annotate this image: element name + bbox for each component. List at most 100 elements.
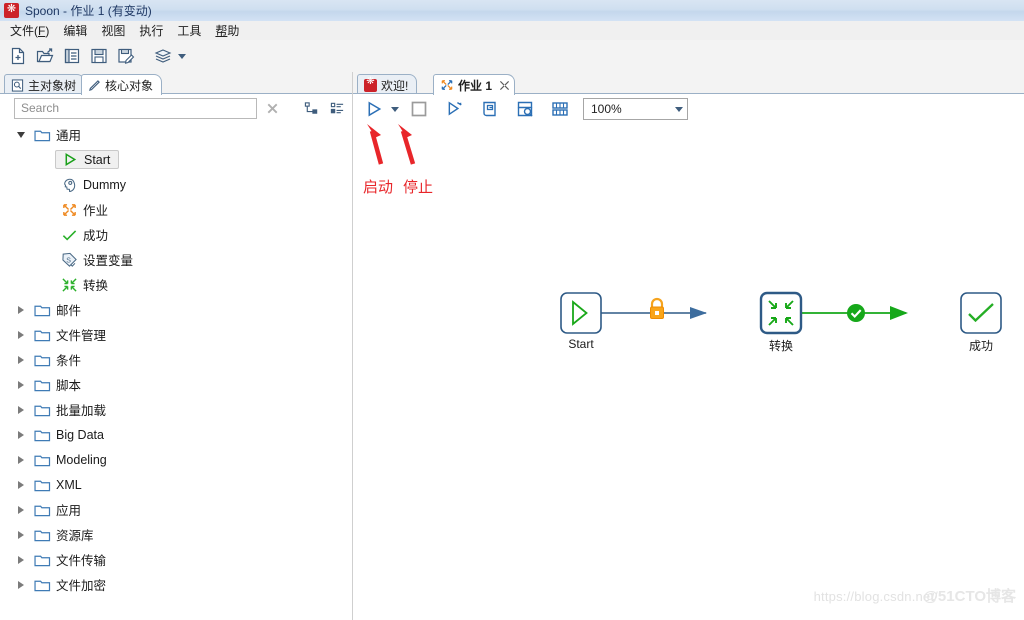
- new-file-button[interactable]: [6, 44, 30, 68]
- core-objects-tree[interactable]: 通用 Start Dummy 作业 成功 S 设置变量 转换 邮件 文件管理 条…: [0, 122, 353, 620]
- pencil-icon: [89, 79, 100, 91]
- tab-close-button[interactable]: [499, 80, 510, 91]
- expand-arrow[interactable]: [12, 580, 30, 589]
- expand-arrow[interactable]: [12, 380, 30, 389]
- job-canvas[interactable]: Start 转换 成功 启动 停止 https://blog.csdn.net/…: [353, 124, 1024, 620]
- tree-item-label: Dummy: [83, 177, 127, 192]
- tree-node-repository[interactable]: 资源库: [0, 522, 352, 547]
- tree-node-file-transfer[interactable]: 文件传输: [0, 547, 352, 572]
- menu-bar: 文件(F) 编辑 视图 执行 工具 帮助: [0, 21, 1024, 41]
- save-button[interactable]: [87, 44, 111, 68]
- expand-arrow[interactable]: [12, 305, 30, 314]
- run-options-dropdown[interactable]: [387, 96, 403, 122]
- tree-node-bulk-loading[interactable]: 批量加载: [0, 397, 352, 422]
- clear-search-button[interactable]: [261, 97, 283, 119]
- tree-node-file-management[interactable]: 文件管理: [0, 322, 352, 347]
- tree-item-start[interactable]: Start: [0, 147, 352, 172]
- expand-arrow[interactable]: [12, 555, 30, 564]
- sidebar-search-row: [0, 94, 352, 122]
- menu-item-edit[interactable]: 编辑: [56, 21, 94, 40]
- expand-arrow[interactable]: [12, 480, 30, 489]
- tree-node-label: 邮件: [56, 304, 82, 318]
- canvas-node-success[interactable]: [960, 292, 1002, 334]
- tree-node-big-data[interactable]: Big Data: [0, 422, 352, 447]
- run-play-icon: [368, 101, 381, 117]
- folder-icon: [30, 553, 54, 567]
- expand-arrow[interactable]: [12, 455, 30, 464]
- inspect-button[interactable]: [512, 96, 538, 122]
- editor-panel: ❋ 欢迎! 作业 1 100% Start 转换 成功 启动 停止 https:…: [353, 72, 1024, 620]
- layers-dropdown-caret[interactable]: [175, 44, 189, 68]
- tree-item-label: 作业: [83, 204, 109, 218]
- tree-item-job[interactable]: 作业: [0, 197, 352, 222]
- tree-node-general[interactable]: 通用: [0, 122, 352, 147]
- sidebar-tabstrip: 主对象树 核心对象: [0, 72, 352, 95]
- explore-button[interactable]: [60, 44, 84, 68]
- expand-arrow[interactable]: [12, 530, 30, 539]
- run-button[interactable]: [361, 96, 387, 122]
- tree-item-label: 设置变量: [83, 254, 134, 268]
- tree-node-label: XML: [56, 477, 82, 492]
- tree-node-xml[interactable]: XML: [0, 472, 352, 497]
- tree-node-scripting[interactable]: 脚本: [0, 372, 352, 397]
- collapse-tree-button[interactable]: [326, 97, 348, 119]
- tree-node-file-encryption[interactable]: 文件加密: [0, 572, 352, 597]
- tab-main-object-tree[interactable]: 主对象树: [4, 74, 86, 95]
- expand-arrow[interactable]: [12, 355, 30, 364]
- menu-item-view[interactable]: 视图: [94, 21, 132, 40]
- tree-node-conditions[interactable]: 条件: [0, 347, 352, 372]
- search-input-wrapper[interactable]: [14, 97, 257, 119]
- menu-item-run[interactable]: 执行: [132, 21, 170, 40]
- menu-item-tools[interactable]: 工具: [170, 21, 208, 40]
- tree-node-label: 脚本: [56, 379, 82, 393]
- tree-item-success[interactable]: 成功: [0, 222, 352, 247]
- expand-arrow[interactable]: [12, 330, 30, 339]
- transform-icon: [57, 277, 81, 293]
- pause-resume-button[interactable]: [442, 96, 468, 122]
- collapse-tree-icon: [330, 102, 343, 113]
- magnify-grid-icon: [517, 101, 533, 117]
- chevron-down-icon: [178, 53, 186, 59]
- tab-core-objects[interactable]: 核心对象: [81, 74, 163, 95]
- expand-tree-button[interactable]: [300, 97, 322, 119]
- open-file-button[interactable]: [33, 44, 57, 68]
- folder-icon: [30, 328, 54, 342]
- svg-text:S: S: [66, 257, 71, 264]
- title-bar: ❋ Spoon - 作业 1 (有变动): [0, 0, 1024, 22]
- tree-node-label: 通用: [56, 129, 82, 143]
- layers-button[interactable]: [151, 44, 175, 68]
- canvas-node-transform[interactable]: [759, 291, 803, 335]
- menu-item-help[interactable]: 帮助: [208, 21, 246, 40]
- menu-item-file[interactable]: 文件(F): [3, 21, 56, 40]
- zoom-level-select[interactable]: 100%: [583, 98, 688, 120]
- main-toolbar: [0, 40, 1024, 73]
- canvas-node-label-start: Start: [568, 337, 594, 351]
- tree-node-utility[interactable]: 应用: [0, 497, 352, 522]
- save-as-button[interactable]: [114, 44, 138, 68]
- tree-item-set-variable[interactable]: S 设置变量: [0, 247, 352, 272]
- preview-button[interactable]: [477, 96, 503, 122]
- expand-arrow[interactable]: [12, 430, 30, 439]
- search-input[interactable]: [19, 100, 252, 116]
- canvas-node-label-success: 成功: [968, 339, 993, 353]
- job-flow-graph: [560, 291, 1002, 335]
- tree-node-label: 批量加载: [56, 404, 107, 418]
- folder-icon: [30, 478, 54, 492]
- canvas-node-start[interactable]: [560, 292, 602, 334]
- tree-node-modeling[interactable]: Modeling: [0, 447, 352, 472]
- expand-arrow[interactable]: [12, 131, 30, 138]
- tab-job-1[interactable]: 作业 1: [433, 74, 516, 95]
- grid-button[interactable]: [547, 96, 573, 122]
- chevron-down-icon: [675, 106, 683, 112]
- close-x-icon: [499, 80, 510, 90]
- tab-label: 核心对象: [105, 78, 154, 93]
- expand-arrow[interactable]: [12, 405, 30, 414]
- expand-arrow[interactable]: [12, 505, 30, 514]
- tree-item-transform[interactable]: 转换: [0, 272, 352, 297]
- stop-button[interactable]: [406, 96, 432, 122]
- stop-square-icon: [411, 101, 427, 117]
- tab-welcome[interactable]: ❋ 欢迎!: [357, 74, 418, 95]
- spoon-application-window: ❋ Spoon - 作业 1 (有变动) 文件(F) 编辑 视图 执行 工具 帮…: [0, 0, 1024, 620]
- tree-item-dummy[interactable]: Dummy: [0, 172, 352, 197]
- tree-node-mail[interactable]: 邮件: [0, 297, 352, 322]
